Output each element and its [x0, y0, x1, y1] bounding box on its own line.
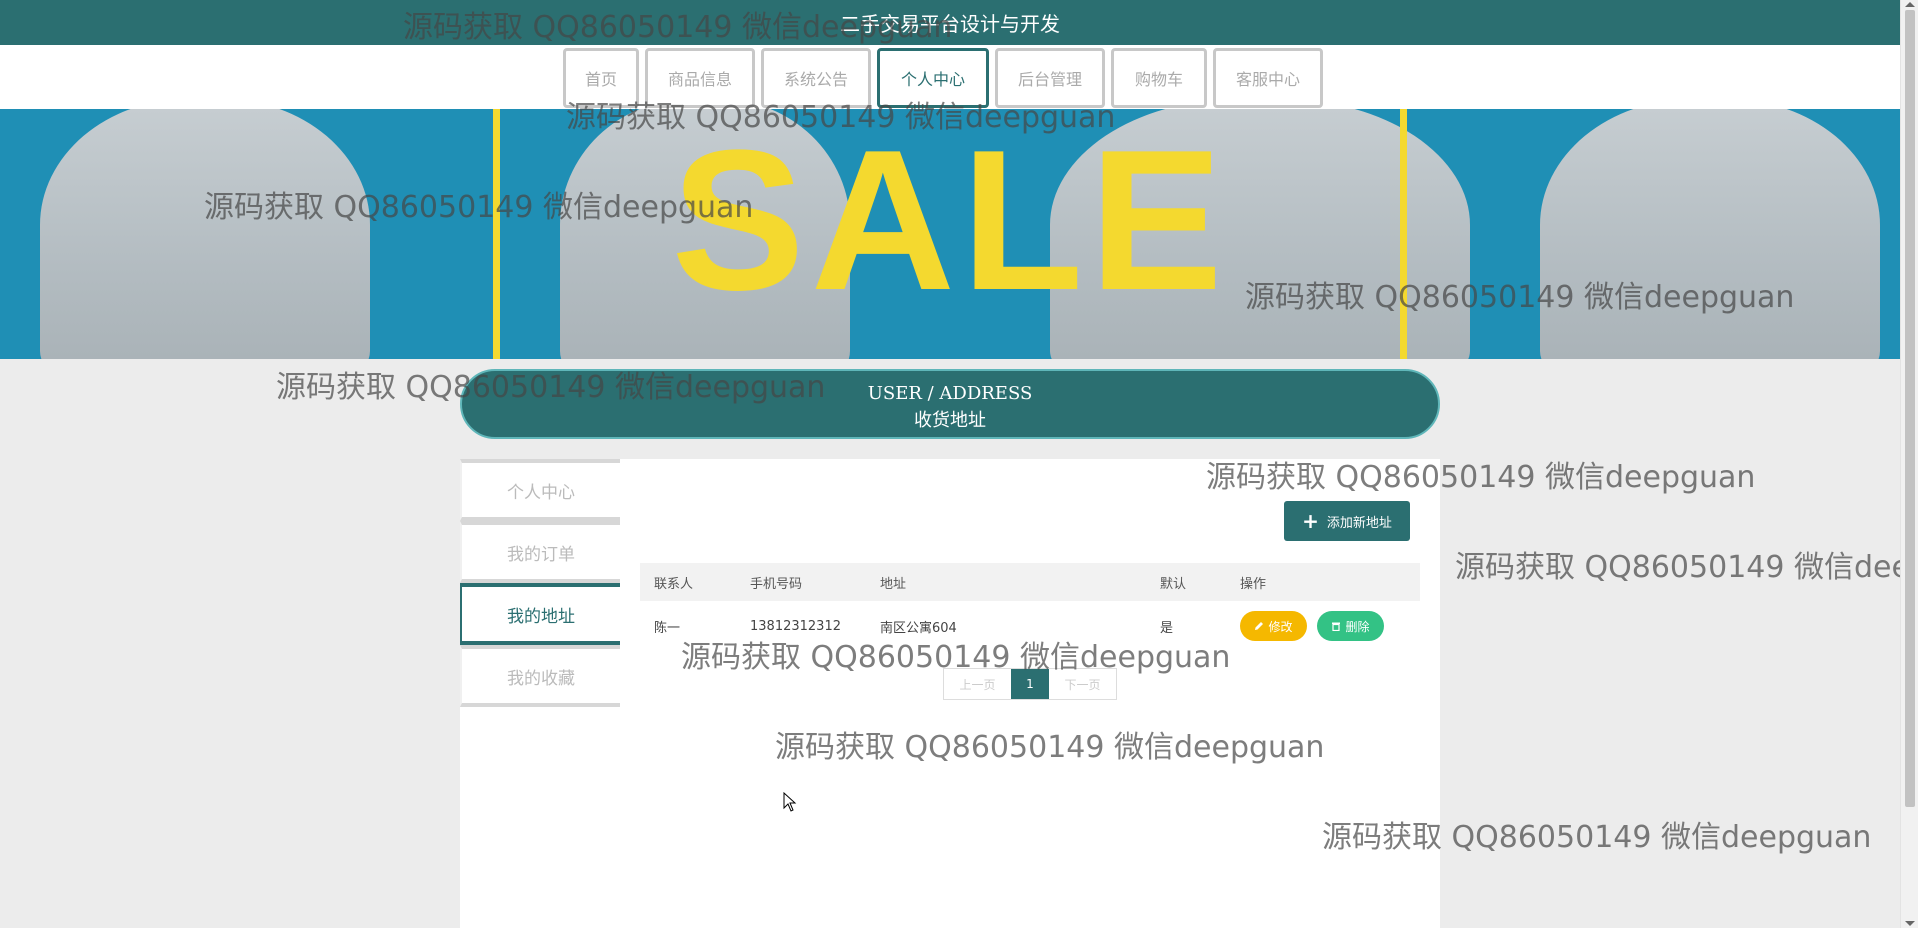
- nav-item-admin[interactable]: 后台管理: [995, 48, 1105, 108]
- header-default: 默认: [1160, 576, 1187, 592]
- trash-icon: [1332, 622, 1341, 631]
- address-table: 联系人 手机号码 地址 默认 操作 陈一 13812312312 南区公寓604…: [640, 563, 1420, 651]
- user-sidebar: 个人中心 我的订单 我的地址 我的收藏: [460, 459, 620, 707]
- pencil-icon: [1255, 622, 1264, 630]
- edit-label: 修改: [1268, 619, 1293, 634]
- scroll-down-arrow-icon[interactable]: [1905, 921, 1915, 926]
- site-title: 二手交易平台设计与开发: [840, 12, 1060, 36]
- header-address: 地址: [880, 576, 907, 592]
- banner-model-4: [1540, 109, 1880, 359]
- header-actions: 操作: [1240, 576, 1267, 592]
- prev-page-button[interactable]: 上一页: [944, 669, 1011, 699]
- edit-button[interactable]: 修改: [1240, 611, 1307, 641]
- add-address-label: 添加新地址: [1326, 515, 1392, 531]
- top-header: 二手交易平台设计与开发: [0, 0, 1900, 45]
- page-scrollbar[interactable]: [1900, 0, 1918, 928]
- delete-label: 删除: [1345, 619, 1370, 634]
- table-row: 陈一 13812312312 南区公寓604 是 修改 删除: [640, 601, 1420, 651]
- nav-item-products[interactable]: 商品信息: [645, 48, 755, 108]
- cell-actions: 修改 删除: [1240, 611, 1420, 641]
- section-title-en: USER / ADDRESS: [867, 383, 1033, 404]
- banner-model-1: [40, 109, 370, 359]
- section-heading: USER / ADDRESS 收货地址: [460, 369, 1440, 439]
- pagination: 上一页 1 下一页: [943, 668, 1117, 700]
- sidebar-item-orders[interactable]: 我的订单: [460, 521, 620, 583]
- nav-item-personal-center[interactable]: 个人中心: [877, 48, 989, 108]
- nav-item-home[interactable]: 首页: [563, 48, 639, 108]
- nav-item-cart[interactable]: 购物车: [1111, 48, 1207, 108]
- add-address-button[interactable]: + 添加新地址: [1284, 501, 1410, 541]
- cell-phone: 13812312312: [750, 618, 841, 634]
- mouse-cursor-icon: [783, 792, 797, 812]
- watermark-text: 源码获取 QQ86050149 微信deepguan: [1455, 550, 1918, 585]
- plus-icon: +: [1302, 509, 1319, 533]
- section-title-cn: 收货地址: [914, 410, 986, 431]
- nav-item-announcements[interactable]: 系统公告: [761, 48, 871, 108]
- header-contact: 联系人: [654, 576, 694, 592]
- banner-line-left: [493, 109, 500, 359]
- header-phone: 手机号码: [750, 576, 803, 592]
- banner-line-right: [1400, 109, 1407, 359]
- scroll-up-arrow-icon[interactable]: [1905, 2, 1915, 7]
- banner-sale-text: SALE: [671, 109, 1229, 332]
- cell-default: 是: [1160, 620, 1174, 636]
- sale-banner: SALE: [0, 109, 1900, 359]
- table-header: 联系人 手机号码 地址 默认 操作: [640, 563, 1420, 601]
- sidebar-item-addresses[interactable]: 我的地址: [460, 583, 620, 645]
- scrollbar-thumb[interactable]: [1905, 10, 1915, 807]
- sidebar-item-favorites[interactable]: 我的收藏: [460, 645, 620, 707]
- next-page-button[interactable]: 下一页: [1049, 669, 1116, 699]
- page-number-current[interactable]: 1: [1011, 669, 1049, 699]
- nav-item-customer-service[interactable]: 客服中心: [1213, 48, 1323, 108]
- cell-contact: 陈一: [654, 620, 681, 636]
- delete-button[interactable]: 删除: [1317, 611, 1384, 641]
- main-nav: 首页 商品信息 系统公告 个人中心 后台管理 购物车 客服中心: [0, 45, 1900, 109]
- cell-address: 南区公寓604: [880, 620, 957, 636]
- sidebar-item-personal-center[interactable]: 个人中心: [460, 459, 620, 521]
